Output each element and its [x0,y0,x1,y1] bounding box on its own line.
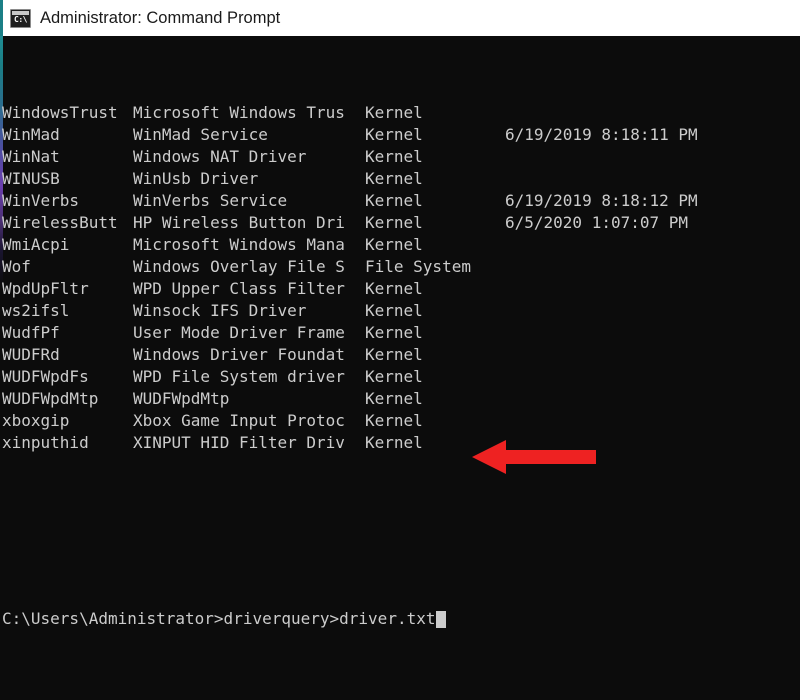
driver-type: Kernel [365,125,423,144]
terminal-area[interactable]: WindowsTrust Microsoft Windows Trus Kernel… [0,36,800,700]
driver-display-name: Windows NAT Driver [133,147,307,166]
driver-module-name: WinVerbs [2,191,80,210]
driver-row: WmiAcpi Microsoft Windows Mana Kernel [0,234,800,256]
driver-link-date: 6/19/2019 8:18:11 PM [505,125,698,144]
driver-row: WinNat Windows NAT Driver Kernel [0,146,800,168]
driver-display-name: User Mode Driver Frame [133,323,345,342]
driver-type: Kernel [365,169,423,188]
driver-module-name: xboxgip [2,411,70,430]
driver-link-date: 6/5/2020 1:07:07 PM [505,213,689,232]
driver-display-name: Windows Overlay File S [133,257,345,276]
driver-type: File System [365,257,471,276]
title-bar-accent-stripe [0,0,3,36]
driver-module-name: Wof [2,257,31,276]
console-window-icon: C:\ [10,8,31,28]
driver-display-name: WPD File System driver [133,367,345,386]
driver-row: WUDFWpdMtp WUDFWpdMtp Kernel [0,388,800,410]
driver-module-name: WinMad [2,125,60,144]
driver-display-name: Winsock IFS Driver [133,301,307,320]
driver-row: xboxgip Xbox Game Input Protoc Kernel [0,410,800,432]
driver-type: Kernel [365,235,423,254]
driver-row: WinMad WinMad Service Kernel 6/19/2019 8:18… [0,124,800,146]
driver-module-name: WindowsTrust [2,103,118,122]
driver-display-name: Xbox Game Input Protoc [133,411,345,430]
console-icon-titlebar-strip [12,10,29,15]
driver-type: Kernel [365,147,423,166]
driver-row: WUDFRd Windows Driver Foundat Kernel [0,344,800,366]
driver-display-name: WinMad Service [133,125,268,144]
driver-type: Kernel [365,191,423,210]
driver-module-name: WinNat [2,147,60,166]
window-title: Administrator: Command Prompt [40,8,281,27]
driver-module-name: WirelessButt [2,213,118,232]
title-bar[interactable]: C:\ Administrator: Command Prompt [0,0,800,36]
driver-row: WudfPf User Mode Driver Frame Kernel [0,322,800,344]
driver-module-name: WINUSB [2,169,60,188]
command-prompt-window: C:\ Administrator: Command Prompt Window… [0,0,800,700]
driver-type: Kernel [365,323,423,342]
driver-type: Kernel [365,411,423,430]
driver-display-name: XINPUT HID Filter Driv [133,433,345,452]
driver-display-name: WinVerbs Service [133,191,288,210]
driver-display-name: Microsoft Windows Mana [133,235,345,254]
driver-type: Kernel [365,367,423,386]
command-prompt-line[interactable]: C:\Users\Administrator>driverquery>drive… [0,608,800,630]
driver-display-name: Windows Driver Foundat [133,345,345,364]
driver-type: Kernel [365,301,423,320]
driver-module-name: WudfPf [2,323,60,342]
driver-row: xinputhid XINPUT HID Filter Driv Kernel [0,432,800,454]
driver-module-name: WUDFWpdFs [2,367,89,386]
console-icon-glyph: C:\ [14,14,27,24]
driver-list: WindowsTrust Microsoft Windows Trus Kernel… [0,102,800,454]
driver-module-name: ws2ifsl [2,301,70,320]
driver-row: ws2ifsl Winsock IFS Driver Kernel [0,300,800,322]
driver-row: Wof Windows Overlay File S File System [0,256,800,278]
driver-module-name: xinputhid [2,433,89,452]
driver-display-name: WPD Upper Class Filter [133,279,345,298]
driver-row: WinVerbs WinVerbs Service Kernel 6/19/2019 … [0,190,800,212]
prompt-text: C:\Users\Administrator>driverquery>drive… [2,609,436,628]
driver-row: WpdUpFltr WPD Upper Class Filter Kernel [0,278,800,300]
driver-type: Kernel [365,433,423,452]
driver-type: Kernel [365,279,423,298]
driver-type: Kernel [365,389,423,408]
driver-display-name: WUDFWpdMtp [133,389,230,408]
driver-row: WirelessButt HP Wireless Button Dri Kernel… [0,212,800,234]
text-cursor [436,611,446,628]
driver-module-name: WmiAcpi [2,235,70,254]
terminal-screen[interactable]: WindowsTrust Microsoft Windows Trus Kernel… [0,36,800,700]
driver-module-name: WUDFRd [2,345,60,364]
driver-row: WindowsTrust Microsoft Windows Trus Kernel [0,102,800,124]
driver-type: Kernel [365,345,423,364]
driver-module-name: WUDFWpdMtp [2,389,99,408]
driver-display-name: Microsoft Windows Trus [133,103,345,122]
driver-link-date: 6/19/2019 8:18:12 PM [505,191,698,210]
driver-row: WUDFWpdFs WPD File System driver Kernel [0,366,800,388]
driver-display-name: WinUsb Driver [133,169,259,188]
driver-display-name: HP Wireless Button Dri [133,213,345,232]
driver-module-name: WpdUpFltr [2,279,89,298]
driver-type: Kernel [365,103,423,122]
driver-type: Kernel [365,213,423,232]
driver-row: WINUSB WinUsb Driver Kernel [0,168,800,190]
